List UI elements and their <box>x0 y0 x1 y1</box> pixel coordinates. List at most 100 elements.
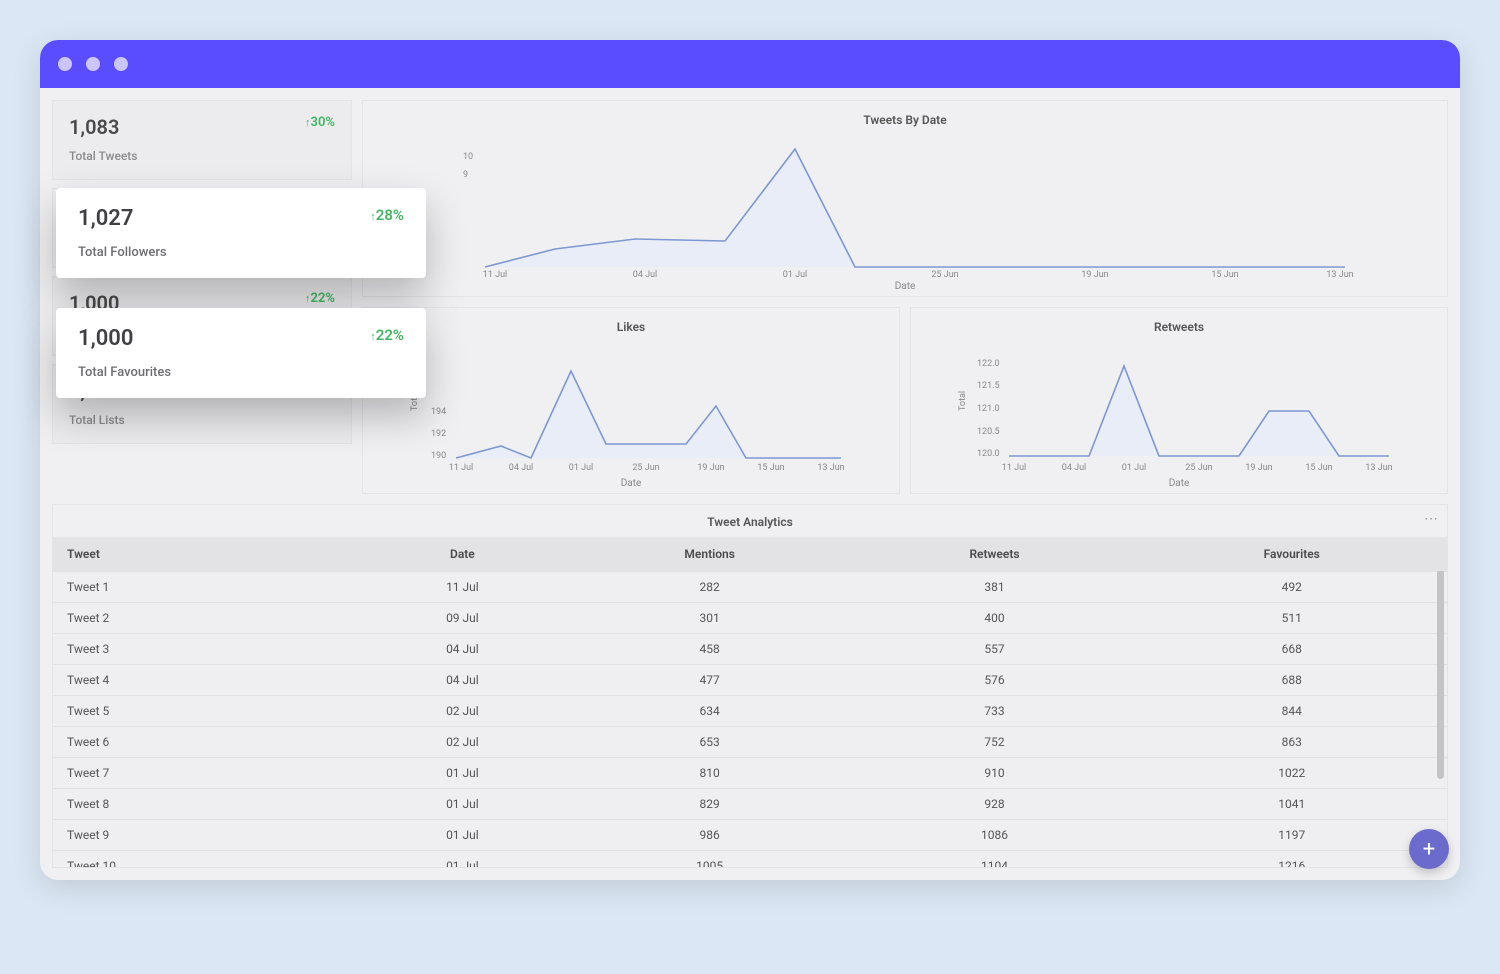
table-cell: 492 <box>1136 572 1447 603</box>
table-cell: 752 <box>853 727 1137 758</box>
table-row[interactable]: Tweet 111 Jul282381492 <box>53 572 1447 603</box>
stats-column: 30% 1,083 Total Tweets 19% 678 Total Fol… <box>52 100 352 494</box>
chart-svg: Total 122.0 121.5 121.0 120.5 120.0 11 J… <box>919 336 1439 476</box>
table-cell: 910 <box>853 758 1137 789</box>
scrollbar-thumb[interactable] <box>1437 569 1444 779</box>
svg-text:13 Jun: 13 Jun <box>817 463 844 473</box>
table-cell: 810 <box>567 758 853 789</box>
app-window: 30% 1,083 Total Tweets 19% 678 Total Fol… <box>40 40 1460 880</box>
svg-text:19 Jun: 19 Jun <box>1081 270 1108 279</box>
svg-text:9: 9 <box>463 170 468 180</box>
highlight-card-followers[interactable]: 28% 1,027 Total Followers <box>56 188 426 278</box>
table-cell: 01 Jul <box>358 758 567 789</box>
chart-xlabel: Date <box>919 478 1439 489</box>
svg-text:13 Jun: 13 Jun <box>1326 270 1353 279</box>
svg-text:01 Jul: 01 Jul <box>783 270 807 279</box>
table-cell: 844 <box>1136 696 1447 727</box>
col-favourites[interactable]: Favourites <box>1136 537 1447 572</box>
col-mentions[interactable]: Mentions <box>567 537 853 572</box>
table-cell: 301 <box>567 603 853 634</box>
col-tweet[interactable]: Tweet <box>53 537 358 572</box>
stat-value: 1,000 <box>78 326 404 351</box>
chart-tweets-by-date: Tweets By Date 10 9 11 Jul 04 Jul 01 Jul… <box>362 100 1448 297</box>
table-cell: 634 <box>567 696 853 727</box>
stat-value: 1,083 <box>69 115 335 139</box>
stat-card-tweets[interactable]: 30% 1,083 Total Tweets <box>52 100 352 180</box>
chart-svg: 10 9 11 Jul 04 Jul 01 Jul 25 Jun 19 Jun … <box>371 129 1439 279</box>
table-cell: 557 <box>853 634 1137 665</box>
table-cell: 511 <box>1136 603 1447 634</box>
table-row[interactable]: Tweet 801 Jul8299281041 <box>53 789 1447 820</box>
analytics-title: Tweet Analytics <box>53 505 1447 537</box>
svg-text:190: 190 <box>431 451 446 461</box>
col-retweets[interactable]: Retweets <box>853 537 1137 572</box>
table-cell: 400 <box>853 603 1137 634</box>
analytics-panel: ⋯ Tweet Analytics Tweet Date Mentions Re… <box>52 504 1448 868</box>
svg-text:04 Jul: 04 Jul <box>509 463 533 473</box>
window-minimize-icon[interactable] <box>86 57 100 71</box>
stat-delta: 28% <box>370 206 404 224</box>
plus-icon: + <box>1423 837 1435 862</box>
table-cell: 381 <box>853 572 1137 603</box>
table-row[interactable]: Tweet 901 Jul98610861197 <box>53 820 1447 851</box>
table-cell: 1216 <box>1136 851 1447 868</box>
titlebar <box>40 40 1460 88</box>
table-cell: 829 <box>567 789 853 820</box>
table-cell: 986 <box>567 820 853 851</box>
svg-text:04 Jul: 04 Jul <box>1062 463 1086 473</box>
svg-text:194: 194 <box>431 407 446 417</box>
window-maximize-icon[interactable] <box>114 57 128 71</box>
table-cell: 928 <box>853 789 1137 820</box>
table-row[interactable]: Tweet 304 Jul458557668 <box>53 634 1447 665</box>
table-row[interactable]: Tweet 602 Jul653752863 <box>53 727 1447 758</box>
table-row[interactable]: Tweet 502 Jul634733844 <box>53 696 1447 727</box>
svg-text:192: 192 <box>431 429 446 439</box>
chart-title: Tweets By Date <box>371 113 1439 127</box>
table-row[interactable]: Tweet 404 Jul477576688 <box>53 665 1447 696</box>
svg-text:120.5: 120.5 <box>977 427 1000 437</box>
table-cell: 863 <box>1136 727 1447 758</box>
table-cell: Tweet 8 <box>53 789 358 820</box>
table-row[interactable]: Tweet 1001 Jul100511041216 <box>53 851 1447 868</box>
add-button[interactable]: + <box>1409 829 1449 869</box>
svg-text:25 Jun: 25 Jun <box>1185 463 1212 473</box>
col-date[interactable]: Date <box>358 537 567 572</box>
stat-label: Total Tweets <box>69 149 335 163</box>
table-cell: 653 <box>567 727 853 758</box>
table-cell: Tweet 5 <box>53 696 358 727</box>
content-area: 30% 1,083 Total Tweets 19% 678 Total Fol… <box>40 88 1460 880</box>
table-row[interactable]: Tweet 701 Jul8109101022 <box>53 758 1447 789</box>
svg-text:19 Jun: 19 Jun <box>697 463 724 473</box>
table-cell: 01 Jul <box>358 820 567 851</box>
chart-xlabel: Date <box>371 281 1439 292</box>
chart-title: Likes <box>371 320 891 334</box>
table-cell: 733 <box>853 696 1137 727</box>
svg-text:13 Jun: 13 Jun <box>1365 463 1392 473</box>
svg-text:122.0: 122.0 <box>977 359 1000 369</box>
table-cell: 11 Jul <box>358 572 567 603</box>
table-cell: Tweet 3 <box>53 634 358 665</box>
table-cell: 1104 <box>853 851 1137 868</box>
table-cell: 688 <box>1136 665 1447 696</box>
analytics-table-scroll[interactable]: Tweet Date Mentions Retweets Favourites … <box>53 537 1447 867</box>
svg-text:19 Jun: 19 Jun <box>1245 463 1272 473</box>
panel-menu-icon[interactable]: ⋯ <box>1424 511 1439 527</box>
highlight-card-favourites[interactable]: 22% 1,000 Total Favourites <box>56 308 426 398</box>
stat-delta: 22% <box>305 291 335 306</box>
table-cell: 01 Jul <box>358 789 567 820</box>
stat-label: Total Lists <box>69 413 335 427</box>
chart-title: Retweets <box>919 320 1439 334</box>
svg-text:Total: Total <box>958 391 968 411</box>
stat-label: Total Favourites <box>78 365 404 380</box>
table-cell: Tweet 4 <box>53 665 358 696</box>
table-cell: Tweet 9 <box>53 820 358 851</box>
svg-text:25 Jun: 25 Jun <box>931 270 958 279</box>
table-cell: 04 Jul <box>358 665 567 696</box>
window-close-icon[interactable] <box>58 57 72 71</box>
table-cell: 668 <box>1136 634 1447 665</box>
svg-text:15 Jun: 15 Jun <box>757 463 784 473</box>
svg-text:121.0: 121.0 <box>977 404 1000 414</box>
svg-text:10: 10 <box>463 152 473 162</box>
table-row[interactable]: Tweet 209 Jul301400511 <box>53 603 1447 634</box>
table-cell: Tweet 6 <box>53 727 358 758</box>
